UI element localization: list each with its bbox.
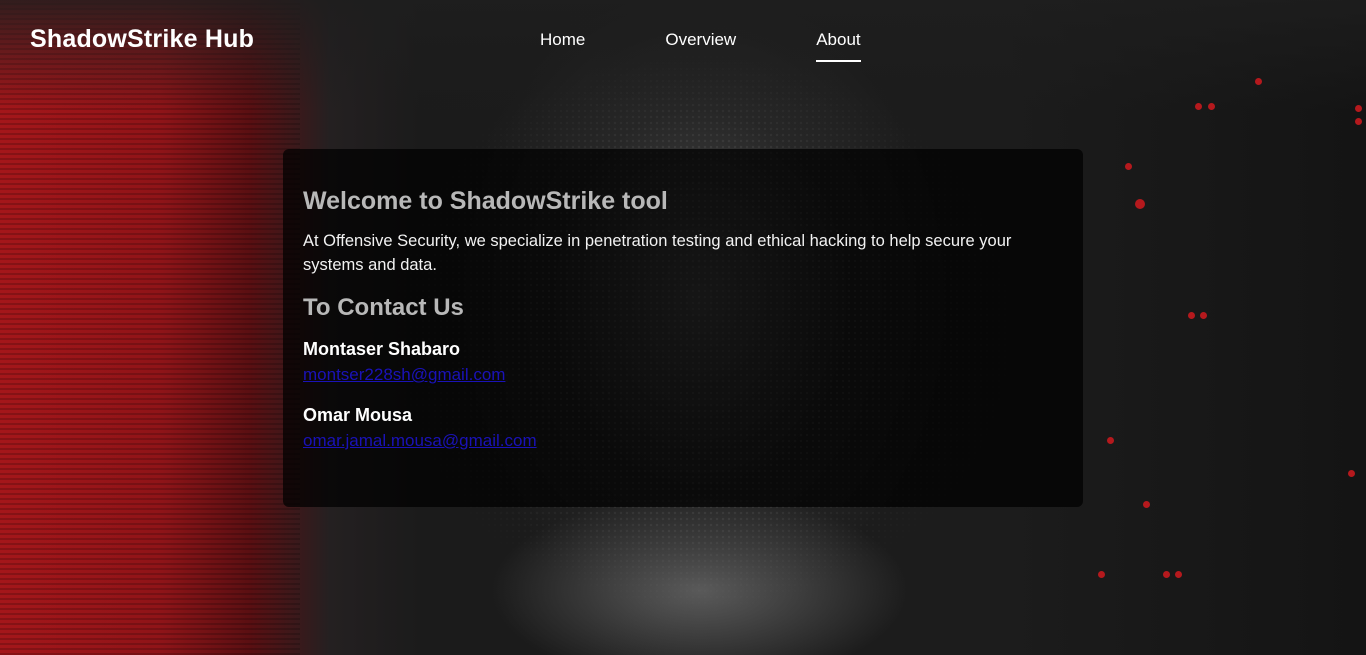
background-red-dot [1355,118,1362,125]
background-red-dot [1107,437,1114,444]
background-red-dot [1200,312,1207,319]
intro-paragraph: At Offensive Security, we specialize in … [303,232,1012,274]
contact-heading: To Contact Us [303,294,464,321]
brand-logo-text[interactable]: ShadowStrike Hub [30,25,254,54]
nav-overview-link[interactable]: Overview [665,30,736,62]
background-red-dot [1348,470,1355,477]
background-red-dot [1208,103,1215,110]
nav-home-link[interactable]: Home [540,30,585,62]
nav-about-link[interactable]: About [816,30,861,62]
contact-name: Montaser Shabaro [303,339,461,359]
about-card: Welcome to ShadowStrike tool At Offensiv… [283,149,1083,507]
main-nav: Home Overview About [540,30,861,62]
background-red-dot [1125,163,1132,170]
background-red-dot [1163,571,1170,578]
background-red-dot [1135,199,1145,209]
background-red-dot [1195,103,1202,110]
background-red-dot [1188,312,1195,319]
contact-email-link[interactable]: montser228sh@gmail.com [303,363,505,387]
background-red-dot [1355,105,1362,112]
page-title: Welcome to ShadowStrike tool [303,187,668,215]
contact-name: Omar Mousa [303,405,413,425]
background-red-dot [1098,571,1105,578]
background-red-dot [1175,571,1182,578]
site-header: ShadowStrike Hub Home Overview About [0,0,1366,80]
contact-email-link[interactable]: omar.jamal.mousa@gmail.com [303,429,537,453]
contact-item: Montaser Shabaro montser228sh@gmail.com [303,337,1063,387]
background-red-dot [1143,501,1150,508]
contact-item: Omar Mousa omar.jamal.mousa@gmail.com [303,403,1063,453]
